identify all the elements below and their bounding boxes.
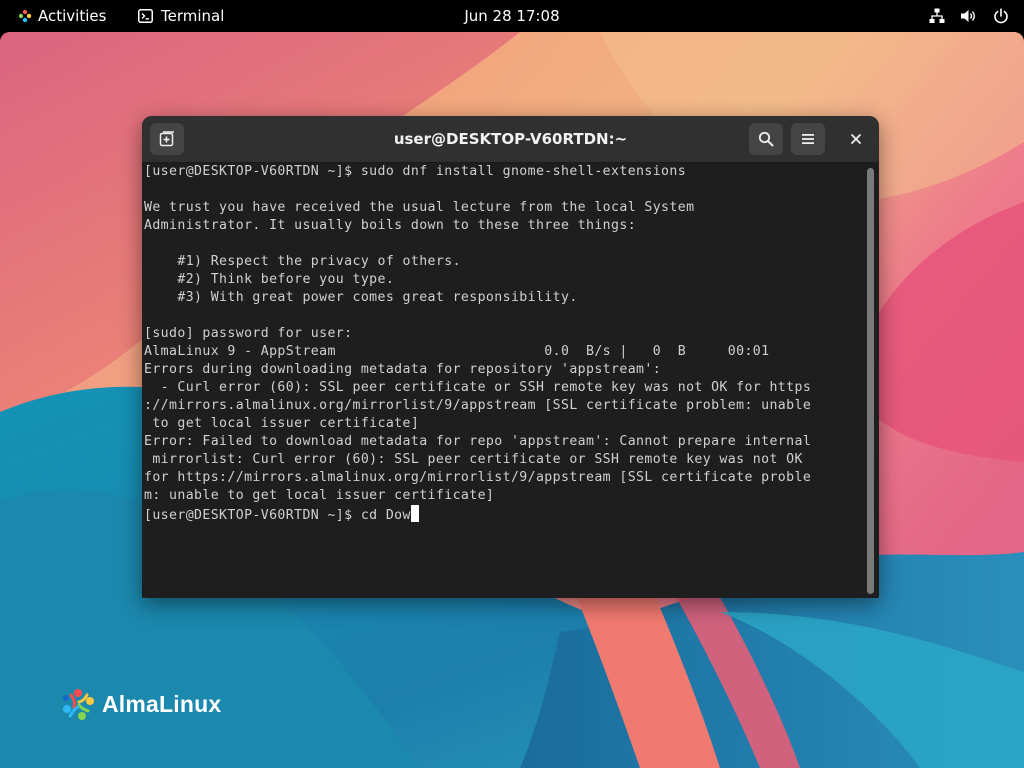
terminal-window[interactable]: user@DESKTOP-V60RTDN:~ [user@DESKTOP-V60…: [142, 116, 879, 598]
network-icon: [928, 7, 946, 25]
terminal-line: ://mirrors.almalinux.org/mirrorlist/9/ap…: [144, 398, 812, 413]
new-tab-button[interactable]: [150, 123, 184, 155]
almalinux-logo-icon: [63, 689, 94, 720]
terminal-line: Error: Failed to download metadata for r…: [144, 434, 812, 449]
terminal-line: #2) Think before you type.: [144, 272, 395, 287]
almalinux-brand: AlmaLinux: [62, 687, 221, 721]
power-icon: [992, 7, 1010, 25]
text-cursor: [410, 505, 419, 522]
clock-label: Jun 28 17:08: [464, 7, 560, 25]
new-tab-icon: [159, 131, 174, 147]
close-icon: [851, 134, 861, 144]
terminal-output[interactable]: [user@DESKTOP-V60RTDN ~]$ sudo dnf insta…: [142, 163, 864, 598]
terminal-line: AlmaLinux 9 - AppStream 0.0 B/s | 0 B 00…: [144, 344, 770, 359]
terminal-line: [sudo] password for user:: [144, 326, 353, 341]
brand-label: AlmaLinux: [102, 690, 222, 717]
clock-button[interactable]: Jun 28 17:08: [0, 0, 1024, 32]
main-menu-button[interactable]: [791, 123, 825, 155]
close-button[interactable]: [839, 123, 873, 155]
search-button[interactable]: [749, 123, 783, 155]
terminal-prompt-line[interactable]: [user@DESKTOP-V60RTDN ~]$ cd Dow: [144, 508, 411, 523]
hamburger-menu-icon: [802, 134, 814, 144]
terminal-line: m: unable to get local issuer certificat…: [144, 488, 495, 503]
terminal-line: [user@DESKTOP-V60RTDN ~]$ sudo dnf insta…: [144, 164, 687, 179]
system-tray[interactable]: [928, 0, 1010, 32]
terminal-scrollbar[interactable]: [867, 168, 874, 594]
terminal-line: We trust you have received the usual lec…: [144, 200, 695, 215]
top-bar: Activities Terminal Jun 28 17:08: [0, 0, 1024, 32]
terminal-line: #1) Respect the privacy of others.: [144, 254, 461, 269]
terminal-line: for https://mirrors.almalinux.org/mirror…: [144, 470, 812, 485]
volume-icon: [960, 7, 978, 25]
terminal-line: mirrorlist: Curl error (60): SSL peer ce…: [144, 452, 803, 467]
terminal-line: Errors during downloading metadata for r…: [144, 362, 662, 377]
search-icon: [758, 131, 774, 147]
terminal-line: #3) With great power comes great respons…: [144, 290, 578, 305]
terminal-text: [user@DESKTOP-V60RTDN ~]$ sudo dnf insta…: [142, 163, 864, 525]
terminal-headerbar[interactable]: user@DESKTOP-V60RTDN:~: [142, 116, 879, 163]
terminal-line: - Curl error (60): SSL peer certificate …: [144, 380, 812, 395]
terminal-line: to get local issuer certificate]: [144, 416, 420, 431]
terminal-line: Administrator. It usually boils down to …: [144, 218, 637, 233]
